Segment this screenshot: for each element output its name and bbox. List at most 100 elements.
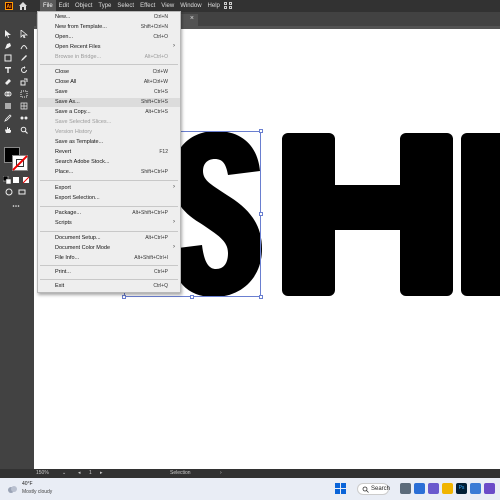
menu-item-export-selection[interactable]: Export Selection... (38, 194, 180, 203)
windows-start-icon[interactable] (335, 483, 346, 494)
task-view-icon[interactable] (400, 483, 411, 494)
direct-selection-tool-icon[interactable] (20, 30, 28, 38)
windows-app-icon[interactable] (470, 483, 481, 494)
file-menu-dropdown: New... Ctrl+N New from Template... Shift+C… (37, 11, 181, 293)
workspace-switcher-icon[interactable] (224, 2, 233, 10)
weather-temperature[interactable]: 40°F (22, 481, 33, 487)
home-icon[interactable] (18, 1, 28, 11)
menu-item-save-a-copy[interactable]: Save a Copy... Alt+Ctrl+S (38, 108, 180, 117)
photoshop-icon[interactable]: Ps (456, 483, 467, 494)
submenu-arrow-icon: › (173, 244, 175, 250)
menu-help[interactable]: Help (205, 0, 223, 12)
selection-handle[interactable] (190, 295, 194, 299)
curvature-tool-icon[interactable] (20, 42, 28, 50)
free-transform-tool-icon[interactable] (20, 90, 28, 98)
selection-tool-icon[interactable] (4, 30, 12, 38)
menu-item-package[interactable]: Package... Alt+Shift+Ctrl+P (38, 209, 180, 218)
artboard-next-icon[interactable]: ▸ (100, 470, 103, 476)
menu-window[interactable]: Window (177, 0, 204, 12)
eraser-tool-icon[interactable] (4, 78, 12, 86)
current-tool-name: Selection (170, 470, 191, 476)
selection-handle[interactable] (122, 295, 126, 299)
taskbar-search-box[interactable]: Search (357, 483, 391, 495)
tools-panel (0, 26, 34, 469)
more-tools-icon[interactable] (12, 202, 20, 210)
none-color-icon[interactable] (22, 176, 30, 184)
windows-taskbar: 40°F Mostly cloudy Search Ps (0, 478, 500, 500)
selection-handle[interactable] (259, 129, 263, 133)
submenu-arrow-icon: › (173, 219, 175, 225)
letter-partial-next[interactable] (461, 133, 500, 296)
default-colors-icon[interactable] (3, 176, 11, 184)
illustrator-logo: Ai (5, 2, 13, 10)
gradient-tool-icon[interactable] (4, 102, 12, 110)
menu-separator (40, 64, 178, 65)
blend-tool-icon[interactable] (20, 114, 28, 122)
menu-item-document-color-mode[interactable]: Document Color Mode › (38, 244, 180, 253)
menu-separator (40, 265, 178, 266)
menu-item-export[interactable]: Export › (38, 184, 180, 193)
search-label: Search (371, 486, 391, 492)
weather-description[interactable]: Mostly cloudy (22, 489, 52, 495)
pinned-app-icon[interactable] (484, 483, 495, 494)
letter-h-left-stem[interactable] (282, 133, 335, 296)
rotate-view-icon[interactable]: ⌄ (62, 470, 66, 476)
search-icon (362, 486, 369, 493)
menu-item-new[interactable]: New... Ctrl+N (38, 13, 180, 22)
status-bar: 150% ⌄ ◂ 1 ▸ Selection › (0, 469, 500, 478)
mesh-tool-icon[interactable] (20, 102, 28, 110)
stroke-color-swatch[interactable] (12, 155, 28, 171)
zoom-level[interactable]: 150% (36, 470, 49, 476)
chat-app-icon[interactable] (414, 483, 425, 494)
shape-builder-tool-icon[interactable] (4, 90, 12, 98)
menu-separator (40, 206, 178, 207)
menu-item-file-info[interactable]: File Info... Alt+Shift+Ctrl+I (38, 254, 180, 263)
pen-tool-icon[interactable] (4, 42, 12, 50)
menu-item-document-setup[interactable]: Document Setup... Alt+Ctrl+P (38, 234, 180, 243)
menu-item-print[interactable]: Print... Ctrl+P (38, 268, 180, 277)
menu-item-revert[interactable]: Revert F12 (38, 148, 180, 157)
selection-handle[interactable] (259, 295, 263, 299)
artboard-prev-icon[interactable]: ◂ (78, 470, 81, 476)
letter-h-right-stem[interactable] (400, 133, 453, 296)
menu-item-version-history: Version History (55, 129, 92, 135)
menu-item-close-all[interactable]: Close All Alt+Ctrl+W (38, 78, 180, 87)
scale-tool-icon[interactable] (20, 78, 28, 86)
letter-h-crossbar[interactable] (330, 185, 410, 230)
status-arrow-icon[interactable]: › (220, 470, 222, 476)
weather-cloud-icon[interactable] (6, 483, 18, 495)
submenu-arrow-icon: › (173, 184, 175, 190)
menu-item-search-adobe-stock[interactable]: Search Adobe Stock... (38, 158, 180, 167)
artboard-number[interactable]: 1 (89, 470, 92, 476)
rectangle-tool-icon[interactable] (4, 54, 12, 62)
menu-item-place[interactable]: Place... Shift+Ctrl+P (38, 168, 180, 177)
menu-item-new-from-template[interactable]: New from Template... Shift+Ctrl+N (38, 23, 180, 32)
paintbrush-tool-icon[interactable] (20, 54, 28, 62)
hand-tool-icon[interactable] (4, 126, 12, 134)
menu-item-scripts[interactable]: Scripts › (38, 219, 180, 228)
menu-item-open-recent-files[interactable]: Open Recent Files › (38, 43, 180, 52)
menu-item-browse-in-bridge: Browse in Bridge... Alt+Ctrl+O (55, 54, 168, 60)
menu-item-close[interactable]: Close Ctrl+W (38, 68, 180, 77)
close-tab-icon[interactable]: × (190, 15, 194, 22)
color-mode-icon[interactable] (12, 176, 20, 184)
menu-separator (40, 279, 178, 280)
type-tool-icon[interactable] (4, 66, 12, 74)
drawing-mode-icon[interactable] (5, 188, 13, 196)
menu-item-save[interactable]: Save Ctrl+S (38, 88, 180, 97)
menu-separator (40, 180, 178, 181)
file-explorer-icon[interactable] (442, 483, 453, 494)
meet-app-icon[interactable] (428, 483, 439, 494)
menu-item-open[interactable]: Open... Ctrl+O (38, 33, 180, 42)
eyedropper-tool-icon[interactable] (4, 114, 12, 122)
rotate-tool-icon[interactable] (20, 66, 28, 74)
menu-item-save-as[interactable]: Save As... Shift+Ctrl+S (38, 98, 180, 107)
screen-mode-icon[interactable] (18, 188, 26, 196)
menu-item-exit[interactable]: Exit Ctrl+Q (38, 282, 180, 291)
menu-separator (40, 231, 178, 232)
menu-item-save-as-template[interactable]: Save as Template... (38, 138, 180, 147)
selection-handle[interactable] (259, 212, 263, 216)
submenu-arrow-icon: › (173, 43, 175, 49)
zoom-tool-icon[interactable] (20, 126, 28, 134)
menu-item-save-selected-slices: Save Selected Slices... (55, 119, 112, 125)
